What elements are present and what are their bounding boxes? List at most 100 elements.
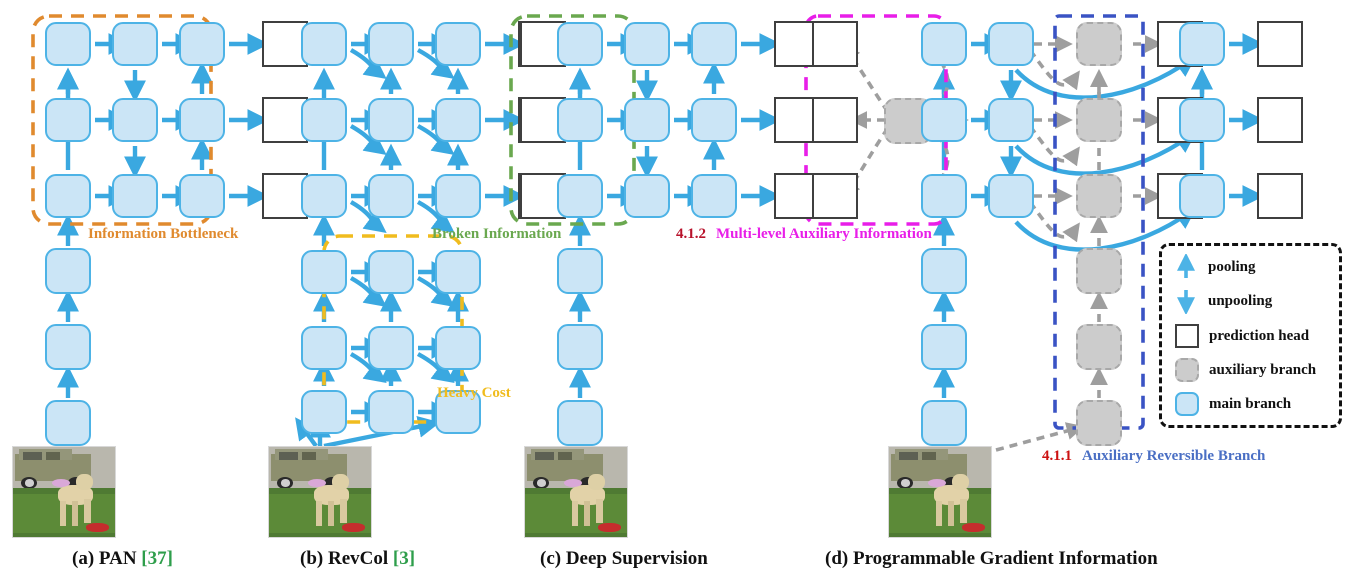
legend-label: prediction head xyxy=(1209,327,1310,344)
auxiliary-branch-block xyxy=(1076,22,1122,66)
legend-item-auxiliary-branch: auxiliary branch xyxy=(1175,358,1316,382)
square-outline-icon xyxy=(1175,324,1199,348)
input-image-pan xyxy=(12,446,116,538)
label-multi-level-auxiliary-number: 4.1.2 xyxy=(676,226,706,242)
main-branch-block xyxy=(112,98,158,142)
prediction-head-block xyxy=(1257,97,1303,143)
backbone-block xyxy=(435,250,481,294)
label-auxiliary-reversible-branch: Auxiliary Reversible Branch xyxy=(1082,448,1266,464)
auxiliary-branch-block xyxy=(1076,98,1122,142)
prediction-head-block xyxy=(812,97,858,143)
caption-text: (d) Programmable Gradient Information xyxy=(825,548,1158,569)
backbone-block xyxy=(921,248,967,294)
main-branch-block xyxy=(1179,98,1225,142)
main-branch-block xyxy=(368,22,414,66)
backbone-block xyxy=(45,248,91,294)
label-multi-level-auxiliary-information: Multi-level Auxiliary Information xyxy=(716,226,932,242)
auxiliary-branch-block xyxy=(1076,324,1122,370)
main-branch-block xyxy=(691,22,737,66)
main-branch-block xyxy=(624,22,670,66)
backbone-block xyxy=(301,326,347,370)
main-branch-block xyxy=(301,98,347,142)
main-branch-block xyxy=(557,22,603,66)
backbone-block xyxy=(301,250,347,294)
panel-caption-a: (a) PAN [37] xyxy=(72,548,173,570)
caption-citation: [37] xyxy=(141,548,173,569)
main-branch-block xyxy=(179,174,225,218)
connector-layer xyxy=(31,14,1265,452)
legend-item-unpooling: unpooling xyxy=(1174,288,1272,314)
main-branch-block xyxy=(179,22,225,66)
auxiliary-branch-block xyxy=(1076,174,1122,218)
legend: pooling unpooling prediction head auxili… xyxy=(1159,243,1342,428)
main-branch-block xyxy=(921,22,967,66)
auxiliary-branch-block xyxy=(1076,248,1122,294)
main-branch-block xyxy=(301,174,347,218)
backbone-block xyxy=(921,324,967,370)
backbone-block xyxy=(45,400,91,446)
main-branch-block xyxy=(112,174,158,218)
prediction-head-block xyxy=(1257,21,1303,67)
main-branch-block xyxy=(624,174,670,218)
main-branch-block xyxy=(301,22,347,66)
label-broken-information: Broken Information xyxy=(432,226,562,242)
auxiliary-branch-block xyxy=(1076,400,1122,446)
main-branch-block xyxy=(45,174,91,218)
arrow-up-icon xyxy=(1177,254,1195,278)
legend-label: auxiliary branch xyxy=(1209,361,1317,378)
label-auxiliary-reversible-number: 4.1.1 xyxy=(1042,448,1072,464)
main-branch-block xyxy=(435,174,481,218)
prediction-head-block xyxy=(1257,173,1303,219)
main-branch-block xyxy=(112,22,158,66)
panel-caption-b: (b) RevCol [3] xyxy=(300,548,415,570)
legend-item-main-branch: main branch xyxy=(1175,392,1291,416)
main-branch-block xyxy=(435,98,481,142)
panel-caption-c: (c) Deep Supervision xyxy=(540,548,708,570)
main-branch-block xyxy=(45,98,91,142)
main-branch-block xyxy=(1179,174,1225,218)
caption-text: (b) RevCol xyxy=(300,548,389,569)
backbone-block xyxy=(435,326,481,370)
main-branch-block xyxy=(1179,22,1225,66)
panel-caption-d: (d) Programmable Gradient Information xyxy=(825,548,1158,570)
backbone-block xyxy=(45,324,91,370)
backbone-block xyxy=(368,390,414,434)
input-image-pgi xyxy=(888,446,992,538)
main-branch-block xyxy=(435,22,481,66)
main-branch-block xyxy=(368,98,414,142)
caption-citation: [3] xyxy=(392,548,416,569)
figure-canvas: Information Bottleneck Heavy Cost Broken… xyxy=(0,0,1350,577)
main-branch-block xyxy=(368,174,414,218)
main-branch-block xyxy=(179,98,225,142)
backbone-block xyxy=(368,250,414,294)
main-branch-block xyxy=(988,98,1034,142)
backbone-block xyxy=(557,324,603,370)
legend-label: unpooling xyxy=(1208,292,1273,309)
arrow-down-icon xyxy=(1177,290,1195,314)
main-branch-block xyxy=(921,174,967,218)
legend-item-prediction-head: prediction head xyxy=(1175,324,1309,348)
label-heavy-cost: Heavy Cost xyxy=(437,385,511,401)
main-branch-block xyxy=(557,98,603,142)
backbone-block xyxy=(301,390,347,434)
label-information-bottleneck: Information Bottleneck xyxy=(88,226,239,242)
backbone-block xyxy=(368,326,414,370)
legend-label: main branch xyxy=(1209,395,1292,412)
main-branch-block xyxy=(624,98,670,142)
caption-text: (c) Deep Supervision xyxy=(540,548,708,569)
input-image-deep-supervision xyxy=(524,446,628,538)
rounded-gray-icon xyxy=(1175,358,1199,382)
main-branch-block xyxy=(691,174,737,218)
main-branch-block xyxy=(921,98,967,142)
backbone-block xyxy=(557,248,603,294)
rounded-blue-icon xyxy=(1175,392,1199,416)
main-branch-block xyxy=(557,174,603,218)
main-branch-block xyxy=(691,98,737,142)
caption-text: (a) PAN xyxy=(72,548,137,569)
backbone-block xyxy=(921,400,967,446)
backbone-block xyxy=(557,400,603,446)
main-branch-block xyxy=(988,174,1034,218)
prediction-head-block xyxy=(812,21,858,67)
input-image-revcol xyxy=(268,446,372,538)
main-branch-block xyxy=(45,22,91,66)
